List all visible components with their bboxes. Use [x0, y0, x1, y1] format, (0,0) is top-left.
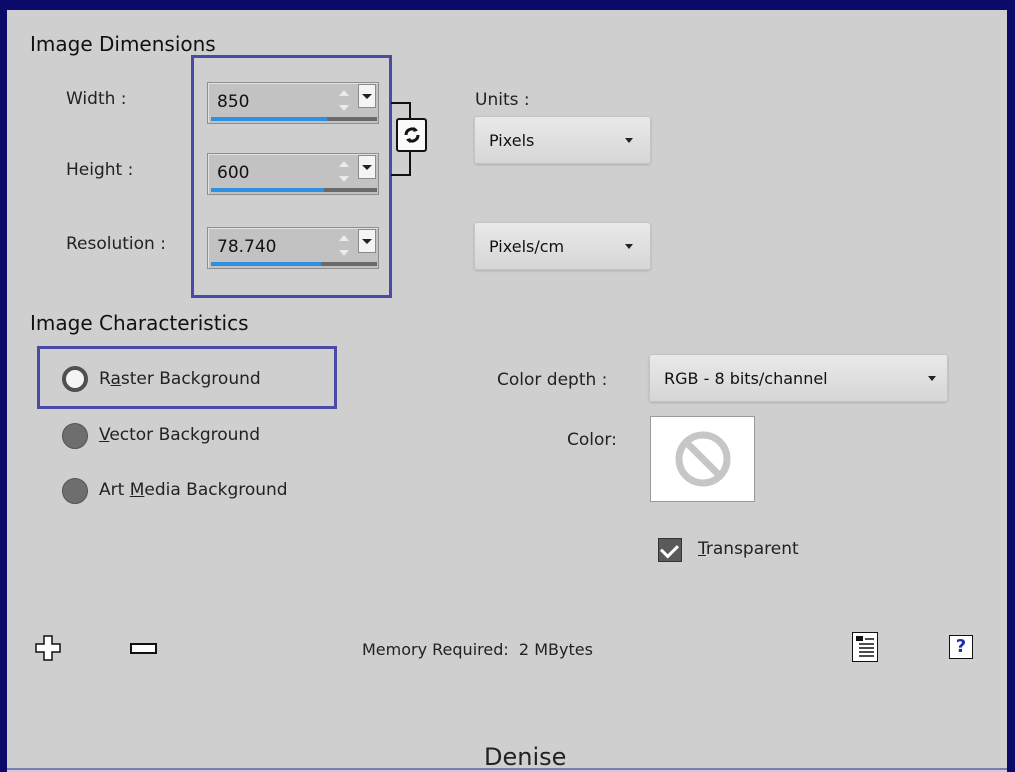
units-dropdown[interactable]: Pixels — [474, 116, 651, 164]
width-label: Width : — [66, 89, 127, 109]
plus-icon[interactable] — [35, 635, 61, 661]
raster-background-label[interactable]: Raster Background — [99, 369, 261, 389]
dimensions-highlight-box — [191, 55, 392, 298]
transparent-checkbox[interactable] — [658, 538, 682, 562]
chevron-down-icon — [625, 244, 633, 249]
image-characteristics-title: Image Characteristics — [30, 311, 249, 335]
color-swatch[interactable] — [650, 416, 755, 502]
units-dropdown-value: Pixels — [489, 131, 535, 150]
color-depth-label: Color depth : — [497, 370, 608, 390]
raster-background-radio[interactable] — [62, 366, 88, 392]
art-media-background-label[interactable]: Art Media Background — [99, 480, 288, 500]
color-depth-dropdown[interactable]: RGB - 8 bits/channel — [649, 354, 948, 402]
chevron-down-icon — [928, 376, 936, 381]
minus-icon[interactable] — [130, 643, 157, 654]
color-label: Color: — [567, 430, 617, 450]
resolution-units-dropdown[interactable]: Pixels/cm — [474, 222, 651, 270]
vector-background-label[interactable]: Vector Background — [99, 425, 260, 445]
new-image-dialog: Image Dimensions Width : 850 Height : 60… — [0, 0, 1015, 772]
help-icon[interactable]: ? — [949, 635, 973, 659]
check-icon — [659, 539, 680, 559]
resolution-units-value: Pixels/cm — [489, 237, 565, 256]
color-depth-value: RGB - 8 bits/channel — [664, 369, 828, 388]
vector-background-radio[interactable] — [62, 423, 88, 449]
art-media-background-radio[interactable] — [62, 478, 88, 504]
image-dimensions-title: Image Dimensions — [30, 32, 216, 56]
help-glyph: ? — [955, 636, 967, 657]
watermark-text: Denise — [484, 743, 567, 771]
presets-icon[interactable] — [852, 632, 878, 662]
resolution-label: Resolution : — [66, 234, 166, 254]
height-label: Height : — [66, 160, 134, 180]
units-label: Units : — [475, 90, 530, 110]
transparent-label[interactable]: Transparent — [698, 539, 799, 559]
aspect-link-icon[interactable] — [396, 118, 427, 152]
memory-required-text: Memory Required: 2 MBytes — [362, 640, 593, 659]
no-color-icon — [675, 431, 731, 487]
chevron-down-icon — [625, 138, 633, 143]
